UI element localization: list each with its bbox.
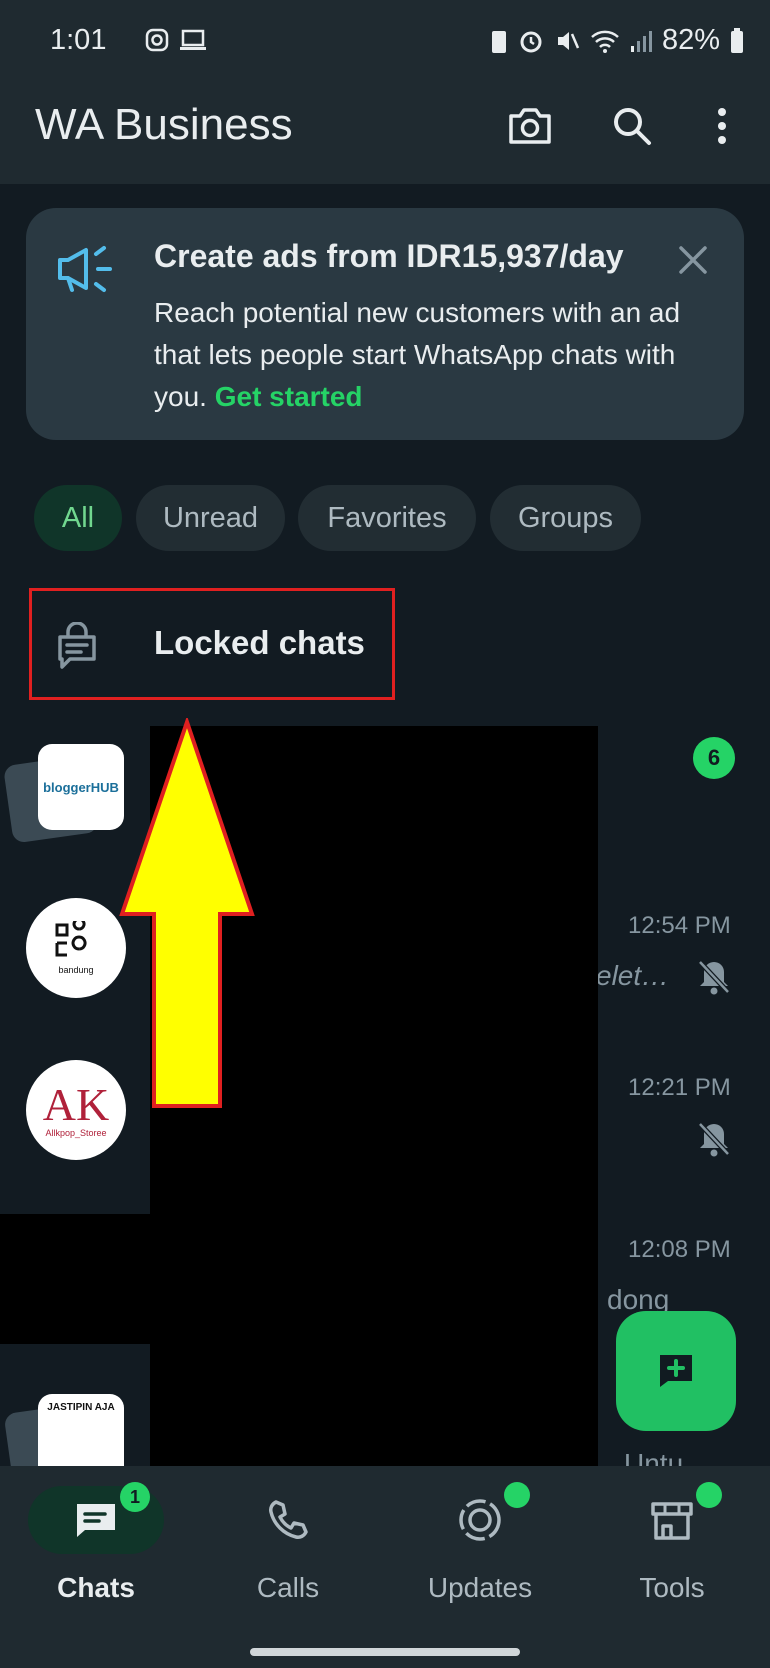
new-chat-button[interactable]: [616, 1311, 736, 1431]
avatar: bandung: [26, 898, 126, 998]
avatar-text: Allkpop_Storee: [45, 1128, 107, 1138]
more-vertical-icon: [718, 108, 726, 144]
nav-label: Calls: [256, 1572, 320, 1603]
status-system-icons: 82%: [490, 24, 744, 57]
muted-bell-icon: [698, 960, 730, 995]
battery-saver-icon: [491, 30, 506, 53]
status-notification-icons: [145, 28, 207, 52]
phone-icon: [269, 1500, 308, 1539]
nav-pill: [220, 1486, 356, 1554]
more-options-button[interactable]: [696, 100, 748, 152]
filter-chip-unread[interactable]: Unread: [136, 485, 285, 551]
battery-icon: [731, 27, 743, 53]
avatar-text: bloggerHUB: [43, 779, 119, 795]
avatar: bloggerHUB: [38, 744, 124, 830]
nav-label: Updates: [427, 1572, 533, 1603]
wifi-icon: [591, 30, 619, 53]
storefront-icon: [651, 1502, 693, 1540]
nav-pill: 1: [28, 1482, 164, 1554]
bandung-logo-icon: [55, 921, 87, 957]
chat-preview: elet…: [596, 960, 670, 991]
nav-label: Chats: [57, 1572, 135, 1603]
search-icon: [614, 108, 651, 145]
megaphone-icon: [58, 246, 112, 292]
avatar: AK Allkpop_Storee: [26, 1060, 126, 1160]
nav-pill: [412, 1482, 548, 1554]
avatar-text: bandung: [58, 965, 94, 975]
nav-tab-calls[interactable]: Calls: [203, 1486, 373, 1604]
banner-title: Create ads from IDR15,937/day: [154, 238, 624, 274]
nav-tab-tools[interactable]: Tools: [587, 1482, 757, 1604]
chats-icon: [77, 1504, 115, 1537]
new-tools-dot: [696, 1482, 722, 1508]
nav-pill: [604, 1482, 740, 1554]
filter-chip-groups[interactable]: Groups: [490, 485, 641, 551]
nav-tab-chats[interactable]: 1 Chats: [11, 1482, 181, 1604]
filter-chip-favorites[interactable]: Favorites: [298, 485, 476, 551]
battery-percent: 82%: [661, 24, 720, 56]
status-time: 1:01: [50, 24, 107, 56]
instagram-icon: [145, 28, 169, 52]
highlight-box: [29, 588, 395, 700]
mute-icon: [557, 31, 580, 50]
avatar-text: JASTIPIN AJA: [47, 1402, 115, 1413]
camera-icon: [509, 108, 551, 144]
avatar: JASTIPIN AJA: [38, 1394, 124, 1470]
laptop-icon: [180, 29, 206, 50]
app-title: WA Business: [35, 100, 293, 149]
chat-time: 12:21 PM: [628, 1074, 731, 1101]
search-button[interactable]: [606, 100, 658, 152]
signal-icon: [630, 30, 652, 52]
filter-chip-all[interactable]: All: [34, 485, 122, 551]
get-started-link[interactable]: Get started: [215, 381, 363, 412]
nav-badge: 1: [120, 1482, 150, 1512]
new-updates-dot: [504, 1482, 530, 1508]
chat-time: 12:54 PM: [628, 912, 731, 939]
banner-body: Reach potential new customers with an ad…: [154, 292, 714, 418]
new-chat-icon: [660, 1355, 692, 1387]
updates-icon: [459, 1499, 501, 1541]
camera-button[interactable]: [504, 100, 556, 152]
redaction-block: [0, 1214, 152, 1344]
arrow-up-annotation-icon: [119, 718, 255, 1108]
alarm-icon: [520, 31, 542, 52]
nav-label: Tools: [639, 1572, 705, 1603]
nav-tab-updates[interactable]: Updates: [395, 1482, 565, 1604]
unread-badge: 6: [693, 737, 735, 779]
muted-bell-icon: [698, 1122, 730, 1157]
close-icon[interactable]: [677, 244, 709, 276]
home-indicator: [250, 1648, 520, 1656]
chat-time: 12:08 PM: [628, 1236, 731, 1263]
